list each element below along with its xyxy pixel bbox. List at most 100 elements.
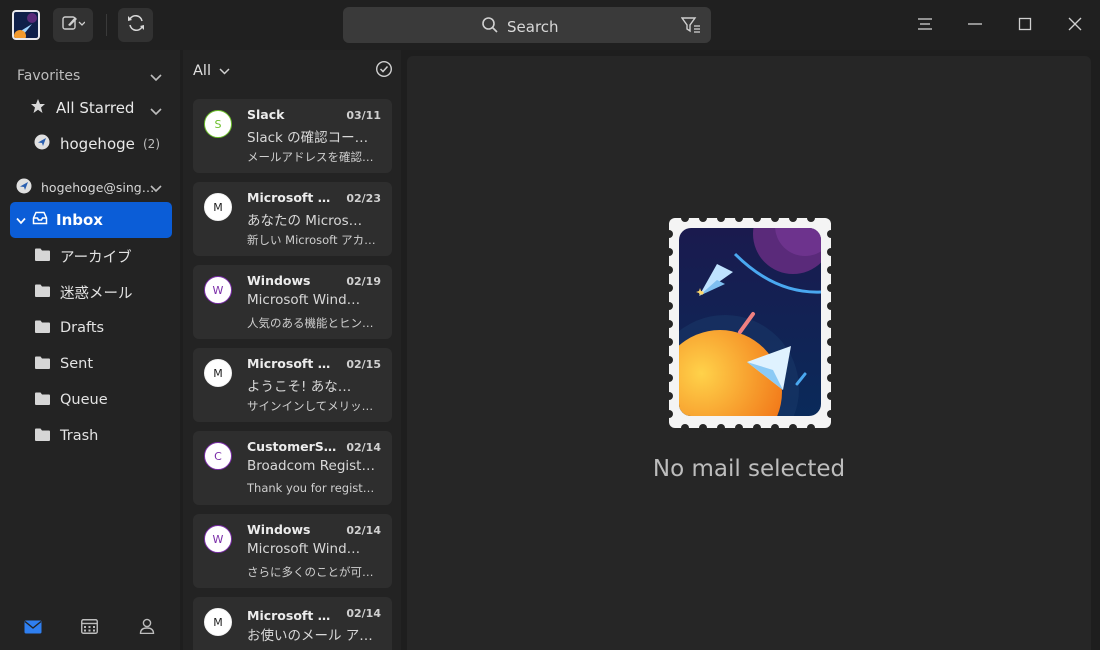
- message-subject: Broadcom Registr…: [247, 458, 375, 474]
- message-list: All S Slack 03/11 Slack の確認コー… メールアドレスを確…: [183, 50, 401, 650]
- list-header: All: [193, 60, 393, 82]
- minimize-button[interactable]: [964, 14, 986, 36]
- sidebar-item-label: Trash: [60, 428, 99, 444]
- sync-icon: [126, 13, 146, 37]
- message-subject: Microsoft Wind…: [247, 292, 361, 308]
- sidebar-item-label: Sent: [60, 356, 94, 372]
- message-sender: CustomerSu…: [247, 439, 339, 454]
- avatar-initial: M: [213, 615, 223, 629]
- close-button[interactable]: [1064, 14, 1086, 36]
- folder-icon: [35, 284, 50, 301]
- close-icon: [1068, 16, 1082, 35]
- message-date: 03/11: [346, 109, 381, 122]
- toolbar-divider: [106, 14, 107, 36]
- list-item[interactable]: M Microsoft Ac… 02/15 ようこそ! あな… サインインしてメ…: [193, 348, 392, 422]
- title-bar: Search: [0, 0, 1100, 50]
- bottom-nav: [0, 610, 180, 650]
- menu-button[interactable]: [914, 14, 936, 36]
- account-icon: [16, 178, 32, 197]
- message-subject: Slack の確認コー…: [247, 130, 369, 146]
- calendar-icon[interactable]: [81, 618, 98, 638]
- sidebar-item-label: アーカイブ: [60, 249, 132, 266]
- sidebar-item-label: Inbox: [56, 211, 103, 229]
- sidebar-item-favorite-account[interactable]: hogehoge (2): [0, 126, 180, 162]
- sidebar-item-archive[interactable]: アーカイブ: [0, 238, 180, 274]
- chevron-down-icon[interactable]: [150, 70, 162, 86]
- sidebar-item-all-starred[interactable]: All Starred: [0, 90, 180, 126]
- folder-icon: [35, 356, 50, 373]
- message-preview: 新しい Microsoft アカ…: [247, 233, 376, 247]
- list-item[interactable]: W Windows 02/19 Microsoft Wind… 人気のある機能と…: [193, 265, 392, 339]
- sidebar: Favorites All Starred hogehoge (2) hogeh…: [0, 50, 180, 650]
- account-icon: [34, 134, 50, 154]
- search-input[interactable]: Search: [507, 18, 559, 36]
- filter-label: All: [193, 63, 211, 79]
- maximize-button[interactable]: [1014, 14, 1036, 36]
- list-item[interactable]: C CustomerSu… 02/14 Broadcom Registr… Th…: [193, 431, 392, 505]
- message-sender: Windows: [247, 273, 311, 288]
- sidebar-item-label: hogehoge: [60, 135, 135, 153]
- unread-count-badge: (2): [143, 137, 160, 151]
- select-all-icon[interactable]: [375, 60, 393, 82]
- account-header[interactable]: hogehoge@sing…: [0, 169, 180, 205]
- message-date: 02/15: [346, 358, 381, 371]
- message-sender: Microsoft Ac…: [247, 356, 339, 371]
- menu-icon: [917, 16, 933, 35]
- chevron-down-icon[interactable]: [150, 181, 162, 196]
- message-date: 02/14: [346, 524, 381, 537]
- chevron-down-icon: [219, 63, 230, 79]
- favorites-header[interactable]: Favorites: [0, 58, 180, 94]
- avatar-initial: M: [213, 366, 223, 380]
- message-preview: Thank you for registe…: [247, 481, 379, 495]
- mail-icon[interactable]: [24, 619, 42, 638]
- message-date: 02/14: [346, 607, 381, 620]
- list-item[interactable]: M Microsoft ア… 02/14 お使いのメール ア…: [193, 597, 392, 650]
- filter-dropdown[interactable]: All: [193, 63, 230, 79]
- sidebar-item-spam[interactable]: 迷惑メール: [0, 274, 180, 310]
- sidebar-item-trash[interactable]: Trash: [0, 418, 180, 454]
- inbox-icon: [32, 211, 48, 229]
- sidebar-item-label: Drafts: [60, 320, 105, 336]
- sidebar-item-sent[interactable]: Sent: [0, 346, 180, 382]
- chevron-down-icon[interactable]: [150, 102, 162, 120]
- message-preview: 人気のある機能とヒン…: [247, 316, 374, 330]
- avatar: W: [204, 276, 232, 304]
- message-preview: さらに多くのことが可…: [247, 565, 374, 579]
- avatar: M: [204, 193, 232, 221]
- avatar: M: [204, 359, 232, 387]
- minimize-icon: [967, 16, 983, 35]
- app-logo: [12, 10, 40, 40]
- message-sender: Windows: [247, 522, 311, 537]
- message-subject: ようこそ! あな…: [247, 379, 352, 395]
- sidebar-item-label: All Starred: [56, 99, 135, 117]
- folder-icon: [35, 392, 50, 409]
- filter-icon[interactable]: [680, 16, 701, 38]
- message-date: 02/23: [346, 192, 381, 205]
- favorites-label: Favorites: [17, 68, 81, 84]
- avatar-initial: C: [214, 449, 222, 463]
- folder-icon: [35, 320, 50, 337]
- avatar: M: [204, 608, 232, 636]
- sync-button[interactable]: [118, 8, 153, 42]
- avatar: S: [204, 110, 232, 138]
- list-item[interactable]: W Windows 02/14 Microsoft Wind… さらに多くのこと…: [193, 514, 392, 588]
- sidebar-item-inbox[interactable]: Inbox: [10, 202, 172, 238]
- sidebar-item-drafts[interactable]: Drafts: [0, 310, 180, 346]
- list-item[interactable]: M Microsoft Ac… 02/23 あなたの Micros… 新しい M…: [193, 182, 392, 256]
- message-date: 02/19: [346, 275, 381, 288]
- sidebar-item-label: 迷惑メール: [60, 285, 133, 302]
- message-date: 02/14: [346, 441, 381, 454]
- reading-pane: No mail selected: [407, 56, 1091, 650]
- sidebar-item-queue[interactable]: Queue: [0, 382, 180, 418]
- avatar-initial: W: [212, 283, 224, 297]
- search-icon: [481, 16, 499, 38]
- message-subject: あなたの Micros…: [247, 213, 363, 229]
- search-bar[interactable]: Search: [343, 7, 711, 43]
- contacts-icon[interactable]: [139, 618, 155, 638]
- message-subject: お使いのメール ア…: [247, 628, 373, 644]
- maximize-icon: [1018, 16, 1032, 35]
- chevron-down-icon[interactable]: [16, 211, 26, 229]
- compose-button[interactable]: [53, 8, 93, 42]
- star-icon: [30, 98, 46, 118]
- list-item[interactable]: S Slack 03/11 Slack の確認コー… メールアドレスを確認…: [193, 99, 392, 173]
